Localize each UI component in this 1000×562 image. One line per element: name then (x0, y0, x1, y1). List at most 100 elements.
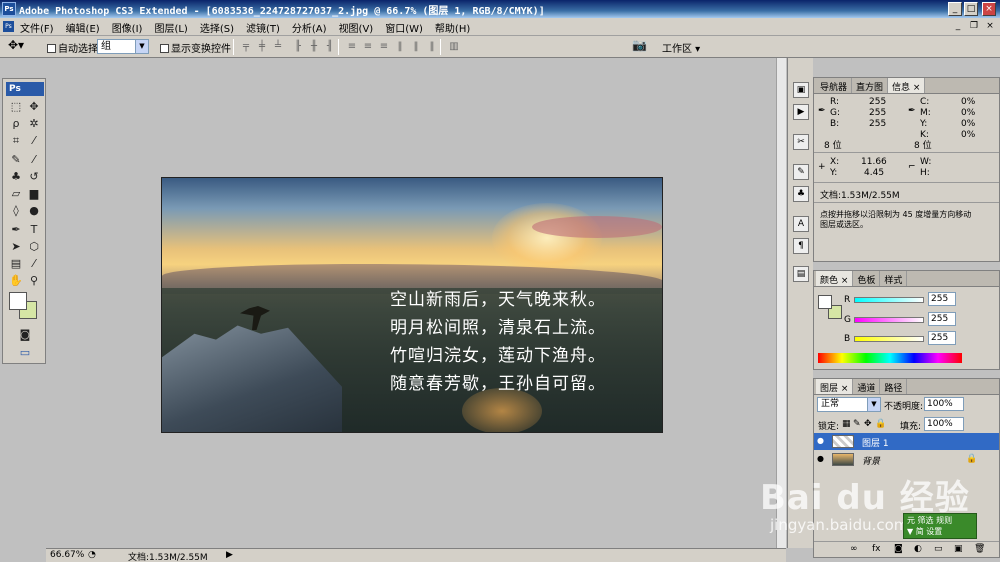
menu-filter[interactable]: 滤镜(T) (246, 20, 280, 35)
distribute-vcenter-icon[interactable]: ≡ (362, 41, 374, 53)
character-icon[interactable]: A (793, 216, 809, 232)
tab-paths[interactable]: 路径 (880, 379, 908, 394)
close-button[interactable]: × (982, 2, 996, 16)
crop-tool-icon[interactable]: ⌗ (8, 133, 24, 148)
status-icon[interactable]: ◔ (88, 550, 96, 560)
distribute-bottom-icon[interactable]: ≡ (378, 41, 390, 53)
tab-styles[interactable]: 样式 (880, 271, 908, 286)
align-bottom-icon[interactable]: ╧ (272, 41, 284, 53)
menu-file[interactable]: 文件(F) (20, 20, 54, 35)
menu-window[interactable]: 窗口(W) (385, 20, 423, 35)
brushes-icon[interactable]: ✎ (793, 164, 809, 180)
tab-color[interactable]: 颜色 × (816, 271, 854, 286)
move-tool-icon[interactable]: ✥▾ (8, 38, 24, 52)
pen-tool-icon[interactable]: ✒ (8, 222, 24, 237)
auto-select-dropdown[interactable]: 组 ▼ (97, 39, 149, 54)
doc-restore-button[interactable]: ❐ (968, 21, 980, 33)
lasso-tool-icon[interactable]: ρ (8, 116, 24, 131)
doc-minimize-button[interactable]: _ (952, 21, 964, 33)
eraser-tool-icon[interactable]: ▱ (8, 186, 24, 201)
status-menu-arrow-icon[interactable]: ▶ (226, 550, 233, 560)
clone-source-icon[interactable]: ♣ (793, 186, 809, 202)
layer-comps-icon[interactable]: ▤ (793, 266, 809, 282)
r-field[interactable]: 255 (928, 292, 956, 306)
align-right-icon[interactable]: ╢ (324, 41, 336, 53)
document-canvas[interactable]: 空山新雨后，天气晚来秋。 明月松间照，清泉石上流。 竹喧归浣女，莲动下渔舟。 随… (161, 177, 663, 433)
notes-tool-icon[interactable]: ▤ (8, 256, 24, 271)
clone-stamp-icon[interactable]: ♣ (8, 169, 24, 184)
tab-channels[interactable]: 通道 (853, 379, 881, 394)
tab-info[interactable]: 信息 × (888, 78, 926, 93)
green-slider[interactable] (854, 317, 924, 323)
dodge-tool-icon[interactable]: ● (26, 203, 42, 218)
history-icon[interactable]: ▣ (793, 82, 809, 98)
maximize-button[interactable]: □ (964, 2, 978, 16)
blur-tool-icon[interactable]: ◊ (8, 203, 24, 218)
lock-image-icon[interactable]: ✎ (853, 419, 861, 429)
fill-field[interactable]: 100% (924, 417, 964, 431)
zoom-level[interactable]: 66.67% (50, 550, 84, 560)
slice-tool-icon[interactable]: ⁄ (26, 133, 42, 148)
foreground-color-swatch[interactable] (9, 292, 27, 310)
lock-all-icon[interactable]: 🔒 (875, 419, 886, 429)
tab-navigator[interactable]: 导航器 (816, 78, 853, 93)
align-left-icon[interactable]: ╟ (292, 41, 304, 53)
align-top-icon[interactable]: ╤ (240, 41, 252, 53)
show-transform-checkbox[interactable] (160, 44, 169, 53)
b-field[interactable]: 255 (928, 331, 956, 345)
bridge-icon[interactable]: 📷 (632, 38, 647, 52)
red-slider[interactable] (854, 297, 924, 303)
tool-presets-icon[interactable]: ✂ (793, 134, 809, 150)
hand-tool-icon[interactable]: ✋ (8, 273, 24, 288)
brush-tool-icon[interactable]: ⁄ (26, 152, 42, 167)
history-brush-icon[interactable]: ↺ (26, 169, 42, 184)
menu-select[interactable]: 选择(S) (200, 20, 234, 35)
menu-image[interactable]: 图像(I) (112, 20, 143, 35)
overlay-badge[interactable]: 元 筛选 规则 ▼ 简 设置 (903, 513, 977, 539)
magic-wand-icon[interactable]: ✲ (26, 116, 42, 131)
quick-mask-icon[interactable]: ◙ (17, 327, 33, 342)
auto-align-icon[interactable]: ▥ (448, 41, 460, 53)
layer-row[interactable]: ● 背景 🔒 (814, 451, 999, 468)
shape-tool-icon[interactable]: ⬡ (26, 239, 42, 254)
eye-icon[interactable]: ● (817, 436, 827, 446)
move-tool-icon[interactable]: ✥ (26, 99, 42, 114)
opacity-field[interactable]: 100% (924, 397, 964, 411)
gradient-tool-icon[interactable]: ▆ (26, 186, 42, 201)
workspace-menu[interactable]: 工作区 ▾ (662, 40, 700, 55)
tab-swatches[interactable]: 色板 (853, 271, 881, 286)
eyedropper-icon[interactable]: ⁄ (26, 256, 42, 271)
menu-layer[interactable]: 图层(L) (154, 20, 187, 35)
screen-mode-icon[interactable]: ▭ (17, 345, 33, 360)
blend-mode-dropdown[interactable]: 正常 ▼ (817, 397, 881, 412)
distribute-top-icon[interactable]: ≡ (346, 41, 358, 53)
distribute-hcenter-icon[interactable]: ‖ (410, 41, 422, 53)
tab-histogram[interactable]: 直方图 (852, 78, 889, 93)
align-hcenter-icon[interactable]: ╫ (308, 41, 320, 53)
marquee-tool-icon[interactable]: ⬚ (8, 99, 24, 114)
auto-select-checkbox[interactable] (47, 44, 56, 53)
layer-row[interactable]: ● 图层 1 (814, 433, 999, 450)
blue-slider[interactable] (854, 336, 924, 342)
minimize-button[interactable]: _ (948, 2, 962, 16)
distribute-right-icon[interactable]: ‖ (426, 41, 438, 53)
color-ramp[interactable] (818, 353, 962, 363)
eye-icon[interactable]: ● (817, 454, 827, 464)
actions-icon[interactable]: ▶ (793, 104, 809, 120)
lock-position-icon[interactable]: ✥ (864, 419, 872, 429)
doc-close-button[interactable]: × (984, 21, 996, 33)
zoom-tool-icon[interactable]: ⚲ (26, 273, 42, 288)
foreground-color-swatch[interactable] (818, 295, 832, 309)
distribute-left-icon[interactable]: ‖ (394, 41, 406, 53)
g-field[interactable]: 255 (928, 312, 956, 326)
tab-layers[interactable]: 图层 × (816, 379, 854, 394)
menu-edit[interactable]: 编辑(E) (66, 20, 100, 35)
align-vcenter-icon[interactable]: ╪ (256, 41, 268, 53)
type-tool-icon[interactable]: T (26, 222, 42, 237)
auto-select-option[interactable]: 自动选择: (47, 40, 101, 55)
healing-brush-icon[interactable]: ✎ (8, 152, 24, 167)
menu-view[interactable]: 视图(V) (339, 20, 374, 35)
paragraph-icon[interactable]: ¶ (793, 238, 809, 254)
menu-help[interactable]: 帮助(H) (435, 20, 470, 35)
path-select-icon[interactable]: ➤ (8, 239, 24, 254)
